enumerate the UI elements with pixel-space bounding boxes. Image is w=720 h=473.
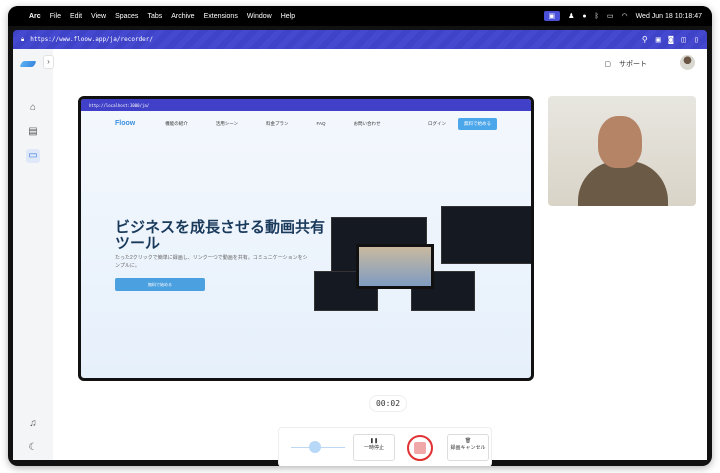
stop-button[interactable] bbox=[407, 435, 433, 461]
bluetooth-icon[interactable]: ᛒ bbox=[595, 13, 599, 20]
menu-app[interactable]: Arc bbox=[29, 13, 41, 20]
trash-icon: 🗑︎ bbox=[464, 438, 472, 444]
sidebar: › ⌂ ▤ ▭ ♫ ☾ bbox=[13, 49, 54, 460]
recording-timer: 00:02 bbox=[369, 395, 407, 412]
stop-icon bbox=[414, 442, 426, 454]
support-label: サポート bbox=[619, 61, 647, 68]
menu-window[interactable]: Window bbox=[247, 13, 272, 20]
preview-nav-item: お問い合わせ bbox=[353, 120, 381, 126]
url-text[interactable]: https://www.floow.app/ja/recorder/ bbox=[30, 36, 153, 43]
pause-label: 一時停止 bbox=[363, 445, 384, 451]
browser-window: Arc File Edit View Spaces Tabs Archive E… bbox=[8, 6, 712, 466]
camera-icon[interactable]: ◙ bbox=[669, 35, 674, 44]
screen-preview: http://localhost:3000/ja/ Floow 機能の紹介 活用… bbox=[78, 96, 534, 381]
video-icon[interactable]: ▭ bbox=[26, 149, 40, 163]
expand-sidebar-button[interactable]: › bbox=[43, 55, 54, 69]
webcam-face bbox=[598, 116, 642, 168]
pause-button[interactable]: ❚❚ 一時停止 bbox=[353, 434, 395, 461]
sidebar-toggle-icon[interactable]: ▯ bbox=[694, 35, 699, 44]
menu-help[interactable]: Help bbox=[281, 13, 295, 20]
menu-archive[interactable]: Archive bbox=[171, 13, 194, 20]
menu-view[interactable]: View bbox=[91, 13, 106, 20]
cancel-label: 録画キャンセル bbox=[450, 445, 486, 451]
support-link[interactable]: ▢ サポート bbox=[604, 59, 647, 69]
pause-icon: ❚❚ bbox=[369, 438, 379, 444]
preview-brand: Floow bbox=[115, 120, 136, 127]
capture-icon[interactable]: ▣ bbox=[656, 35, 661, 44]
preview-nav-item: 活用シーン bbox=[215, 120, 238, 126]
menu-edit[interactable]: Edit bbox=[70, 13, 82, 20]
extension-icon[interactable]: ◫ bbox=[681, 35, 686, 44]
status-icon[interactable]: ♟ bbox=[568, 12, 574, 20]
chat-icon: ▢ bbox=[604, 61, 611, 68]
audio-level-indicator bbox=[309, 441, 321, 453]
battery-icon[interactable]: ▭ bbox=[607, 12, 614, 20]
cancel-recording-button[interactable]: 🗑︎ 録画キャンセル bbox=[447, 434, 489, 461]
preview-headline: ビジネスを成長させる動画共有ツール bbox=[115, 219, 326, 252]
document-icon[interactable]: ▤ bbox=[26, 125, 40, 139]
link-icon[interactable]: ⚲ bbox=[642, 35, 648, 44]
floow-logo[interactable] bbox=[19, 61, 37, 67]
lock-icon: 🔒︎ bbox=[21, 35, 25, 43]
preview-nav-item: FAQ bbox=[316, 121, 326, 126]
bell-icon[interactable]: ● bbox=[582, 13, 586, 20]
recorder-controls: ❚❚ 一時停止 🗑︎ 録画キャンセル bbox=[278, 427, 492, 466]
bell-icon[interactable]: ♫ bbox=[26, 417, 40, 431]
preview-nav: Floow 機能の紹介 活用シーン 料金プラン FAQ お問い合わせ ログイン … bbox=[81, 111, 531, 136]
preview-url: http://localhost:3000/ja/ bbox=[89, 102, 150, 108]
moon-icon[interactable]: ☾ bbox=[26, 441, 40, 455]
preview-subtext: たった2クリックで簡単に録画し、リンク一つで動画を共有。コミュニケーションをシン… bbox=[115, 255, 308, 269]
menu-bar: Arc File Edit View Spaces Tabs Archive E… bbox=[8, 6, 712, 26]
preview-login: ログイン bbox=[428, 120, 446, 126]
preview-nav-item: 機能の紹介 bbox=[165, 120, 188, 126]
url-bar[interactable]: 🔒︎ https://www.floow.app/ja/recorder/ ⚲ … bbox=[13, 30, 707, 49]
menu-spaces[interactable]: Spaces bbox=[115, 13, 138, 20]
menu-file[interactable]: File bbox=[50, 13, 61, 20]
recorder-status-icon[interactable]: ▣ bbox=[543, 11, 561, 21]
menu-tabs[interactable]: Tabs bbox=[147, 13, 162, 20]
wifi-icon[interactable]: ◠ bbox=[621, 12, 627, 20]
recorder-page: › ⌂ ▤ ▭ ♫ ☾ ▢ サポート http://localhost:3000… bbox=[13, 49, 707, 466]
preview-nav-item: 料金プラン bbox=[266, 120, 289, 126]
menu-extensions[interactable]: Extensions bbox=[204, 13, 238, 20]
webcam-preview bbox=[548, 96, 696, 206]
preview-screenshot bbox=[441, 206, 531, 264]
preview-url-bar: http://localhost:3000/ja/ bbox=[81, 99, 531, 111]
preview-video-tile bbox=[356, 244, 434, 289]
preview-signup: 無料で始める bbox=[458, 117, 497, 130]
home-icon[interactable]: ⌂ bbox=[26, 101, 40, 115]
preview-cta: 無料で始める bbox=[115, 278, 205, 291]
clock[interactable]: Wed Jun 18 10:18:47 bbox=[636, 13, 702, 20]
avatar[interactable] bbox=[680, 55, 695, 70]
